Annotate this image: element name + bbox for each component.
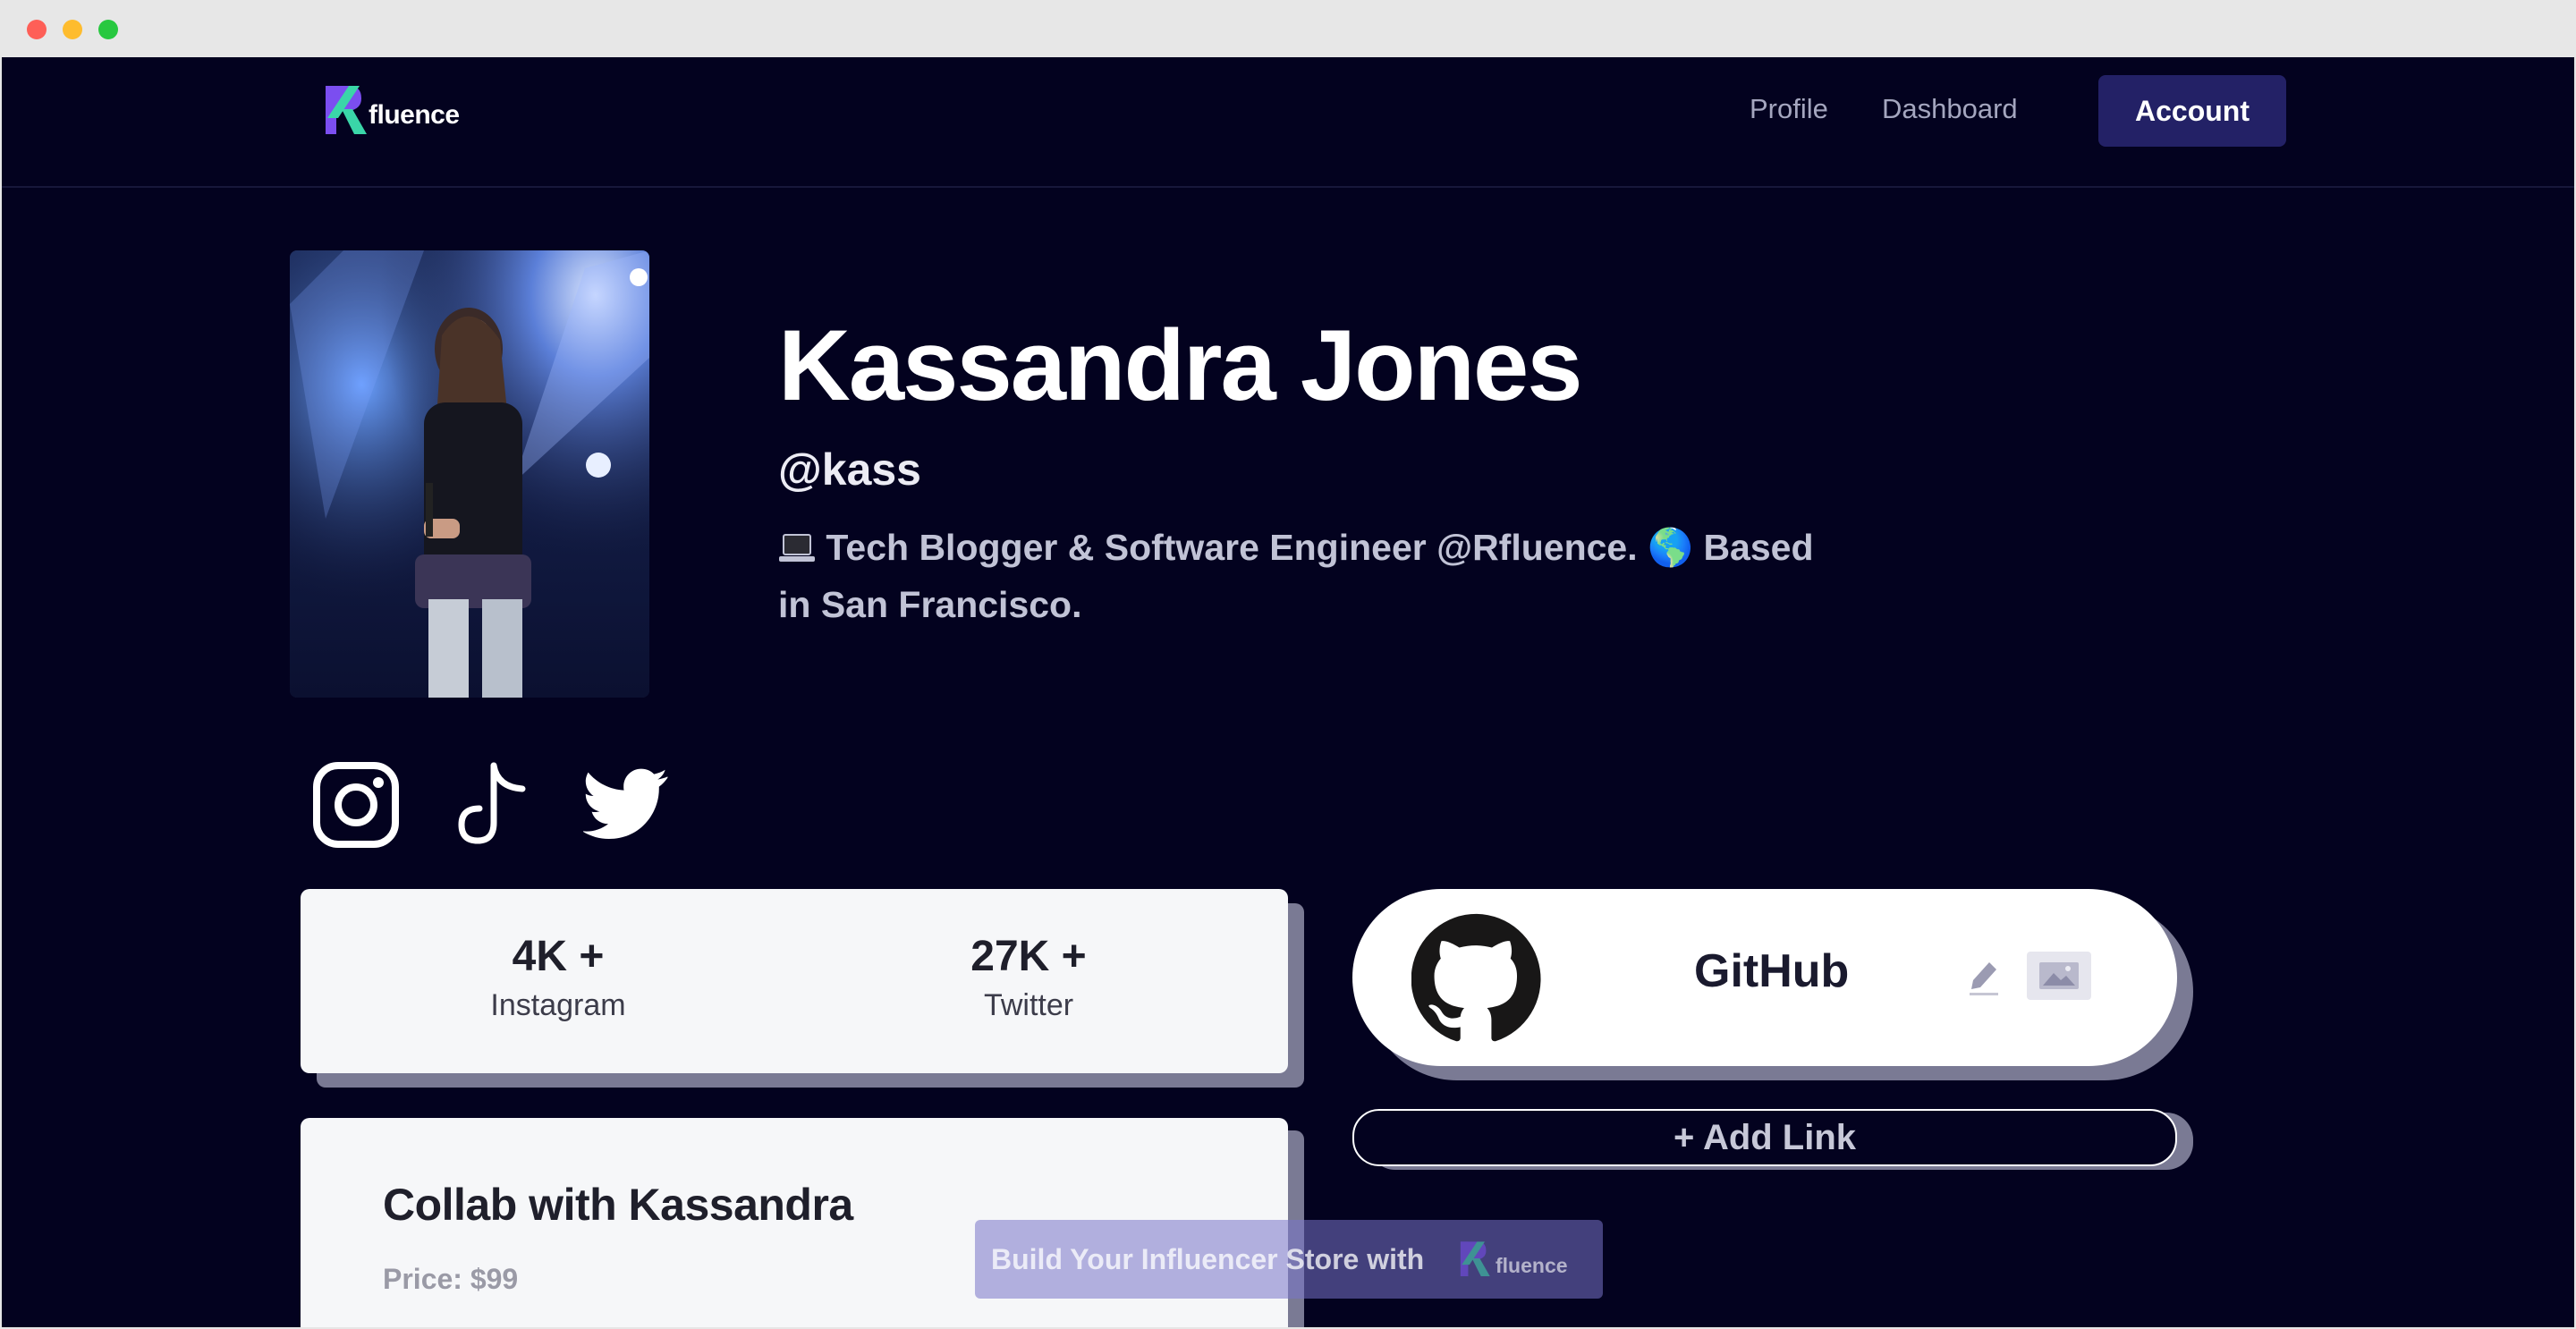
edit-pencil-icon[interactable] (1966, 953, 2002, 996)
profile-handle: @kass (778, 444, 921, 495)
instagram-icon[interactable] (311, 760, 401, 850)
tiktok-icon[interactable] (453, 760, 530, 850)
stat-instagram: 4K + Instagram (424, 932, 692, 1023)
stat-label: Twitter (983, 988, 1074, 1022)
link-title: GitHub (1694, 945, 1850, 997)
promo-logo-text: fluence (1496, 1254, 1568, 1277)
window-titlebar (0, 0, 2576, 57)
close-window-button[interactable] (27, 20, 47, 39)
promo-text: Build Your Influencer Store with (991, 1243, 1425, 1275)
collab-title: Collab with Kassandra (383, 1180, 853, 1230)
image-icon[interactable] (2027, 952, 2091, 1000)
top-nav: fluence Profile Dashboard Account (2, 57, 2574, 188)
zoom-window-button[interactable] (98, 20, 118, 39)
minimize-window-button[interactable] (63, 20, 82, 39)
stats-card: 4K + Instagram 27K + Twitter (301, 889, 1288, 1073)
rfluence-logo[interactable]: fluence (322, 82, 465, 140)
stat-label: Instagram (490, 988, 626, 1022)
profile-name: Kassandra Jones (778, 309, 1583, 421)
promo-rfluence-logo: fluence (1458, 1238, 1574, 1284)
account-button[interactable]: Account (2098, 75, 2286, 147)
profile-bio: Tech Blogger & Software Engineer @Rfluen… (778, 521, 1834, 631)
nav-profile-link[interactable]: Profile (1750, 93, 1828, 125)
bio-text: Tech Blogger & Software Engineer @Rfluen… (778, 527, 1814, 625)
github-icon (1411, 912, 1542, 1043)
nav-dashboard-link[interactable]: Dashboard (1882, 93, 2018, 125)
stat-twitter: 27K + Twitter (894, 932, 1163, 1023)
profile-photo (290, 250, 649, 698)
promo-logo-mark-icon (1460, 1241, 1490, 1276)
stat-value: 27K + (970, 933, 1087, 980)
promo-banner[interactable]: Build Your Influencer Store with fluence (975, 1220, 1603, 1299)
stat-value: 4K + (512, 933, 605, 980)
logo-text: fluence (369, 100, 460, 130)
link-card-github[interactable]: GitHub (1352, 889, 2177, 1066)
logo-mark-icon (326, 86, 367, 134)
twitter-icon[interactable] (581, 760, 669, 846)
collab-price: Price: $99 (383, 1263, 519, 1295)
laptop-icon (778, 524, 816, 578)
add-link-button[interactable]: + Add Link (1352, 1109, 2177, 1166)
page: fluence Profile Dashboard Account Kassan… (2, 57, 2574, 1327)
